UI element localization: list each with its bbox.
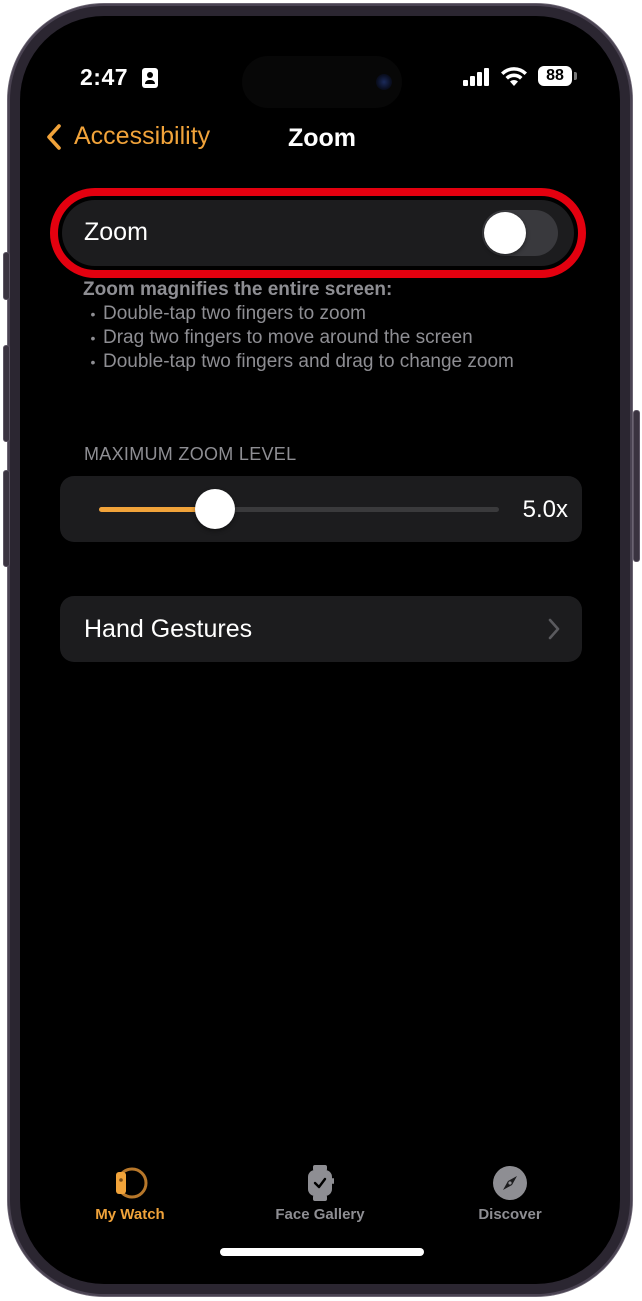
description-bullet: Double-tap two fingers and drag to chang… bbox=[83, 350, 514, 374]
hand-gestures-label: Hand Gestures bbox=[84, 615, 253, 643]
tab-my-watch[interactable]: My Watch bbox=[50, 1164, 210, 1223]
battery-indicator: 88 bbox=[538, 66, 572, 86]
power-button[interactable] bbox=[633, 410, 640, 562]
tab-label: Discover bbox=[478, 1206, 542, 1223]
compass-icon bbox=[493, 1166, 527, 1200]
zoom-description: Zoom magnifies the entire screen: Double… bbox=[83, 278, 514, 374]
watch-side-icon bbox=[116, 1167, 148, 1199]
tab-face-gallery[interactable]: Face Gallery bbox=[240, 1164, 400, 1223]
tab-label: Face Gallery bbox=[275, 1206, 365, 1223]
action-button[interactable] bbox=[3, 252, 10, 300]
battery-tip bbox=[574, 72, 577, 80]
description-bullet: Drag two fingers to move around the scre… bbox=[83, 326, 514, 350]
description-bullet: Double-tap two fingers to zoom bbox=[83, 302, 514, 326]
watch-face-icon bbox=[308, 1165, 334, 1201]
highlight-annotation bbox=[50, 188, 586, 278]
volume-down-button[interactable] bbox=[3, 470, 10, 567]
volume-up-button[interactable] bbox=[3, 345, 10, 442]
wifi-icon bbox=[501, 67, 527, 86]
tab-discover[interactable]: Discover bbox=[430, 1164, 590, 1223]
max-zoom-section-header: MAXIMUM ZOOM LEVEL bbox=[84, 444, 297, 464]
front-camera bbox=[376, 74, 392, 90]
tab-bar: My Watch Face Gallery Discover bbox=[20, 1164, 620, 1224]
max-zoom-value: 5.0x bbox=[522, 496, 568, 523]
chevron-right-icon bbox=[548, 618, 560, 640]
slider-thumb[interactable] bbox=[195, 489, 235, 529]
max-zoom-card: 5.0x bbox=[60, 476, 582, 542]
screen: 2:47 88 Accessibility Zoom Zoom Zoom mag… bbox=[20, 16, 620, 1284]
max-zoom-slider[interactable] bbox=[99, 489, 499, 529]
page-title: Zoom bbox=[287, 124, 357, 152]
contact-card-icon bbox=[142, 68, 158, 88]
status-time: 2:47 bbox=[80, 64, 129, 90]
hand-gestures-row[interactable]: Hand Gestures bbox=[60, 596, 582, 662]
tab-label: My Watch bbox=[95, 1206, 165, 1223]
description-heading: Zoom magnifies the entire screen: bbox=[83, 279, 393, 300]
cellular-signal-icon bbox=[463, 68, 493, 86]
home-indicator[interactable] bbox=[220, 1248, 424, 1256]
